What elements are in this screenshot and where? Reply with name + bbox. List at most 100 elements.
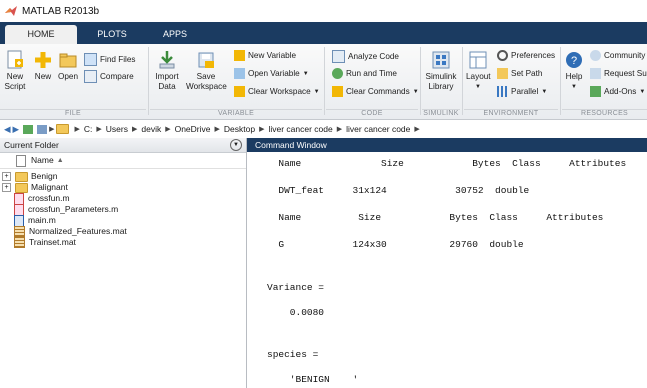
add-ons-icon <box>590 86 601 97</box>
preferences-button[interactable]: Preferences <box>497 50 555 61</box>
breadcrumb-separator: ▶ <box>336 126 343 133</box>
group-label-environment: ENVIRONMENT <box>464 109 558 120</box>
command-window-panel[interactable]: Command Window Name Size Bytes Class Att… <box>247 138 647 388</box>
command-output-line: DWT_feat 31x124 30752 double <box>267 185 530 196</box>
parallel-icon <box>497 86 508 97</box>
file-item-crossfun-parameters[interactable]: crossfun_Parameters.m <box>0 203 246 216</box>
command-output-line: G 124x30 29760 double <box>267 239 524 250</box>
breadcrumb-separator: ▶ <box>414 126 420 133</box>
mat-file-icon <box>14 226 25 237</box>
file-icon <box>16 154 26 167</box>
current-folder-panel: Current Folder ▼ Name ▲ + Benign + Malig… <box>0 138 247 388</box>
folder-icon <box>15 171 28 182</box>
file-item-crossfun[interactable]: crossfun.m <box>0 192 246 205</box>
help-button[interactable]: ? Help ▼ <box>563 50 585 92</box>
set-path-button[interactable]: Set Path <box>497 68 542 79</box>
current-folder-header: Current Folder ▼ <box>0 138 246 153</box>
group-label-code: CODE <box>326 109 418 120</box>
current-folder-address-bar: ◀ ▶ ▶ ▶ C: ▶ Users ▶ devik ▶ OneDrive ▶ … <box>0 120 647 139</box>
breadcrumb-item[interactable]: C: <box>84 124 93 134</box>
forward-arrow-icon[interactable]: ▶ <box>13 124 20 135</box>
ribbon-separator <box>560 47 561 115</box>
open-variable-button[interactable]: Open Variable ▼ <box>234 68 309 79</box>
name-column-header[interactable]: Name ▲ <box>0 153 246 169</box>
group-label-file: FILE <box>0 109 146 120</box>
breadcrumb-item[interactable]: Desktop <box>224 124 255 134</box>
import-data-icon <box>159 51 175 69</box>
breadcrumb-separator: ▶ <box>165 126 171 133</box>
window-title: MATLAB R2013b <box>22 5 100 17</box>
new-button[interactable]: New <box>33 50 53 82</box>
community-icon <box>590 50 601 61</box>
breadcrumb-separator: ▶ <box>214 126 220 133</box>
folder-icon <box>15 182 28 193</box>
compare-button[interactable]: Compare <box>84 70 134 83</box>
breadcrumb-separator: ▶ <box>259 126 265 133</box>
compare-icon <box>84 70 97 83</box>
dropdown-arrow-icon: ▼ <box>571 84 577 90</box>
find-files-button[interactable]: Find Files <box>84 53 136 66</box>
run-and-time-button[interactable]: Run and Time <box>332 68 397 79</box>
add-ons-button[interactable]: Add-Ons ▼ <box>590 86 645 97</box>
ribbon-separator <box>462 47 463 115</box>
breadcrumb-separator: ▶ <box>74 126 80 133</box>
save-workspace-icon <box>198 52 214 68</box>
open-button[interactable]: Open <box>57 50 79 82</box>
import-data-button[interactable]: Import Data <box>155 50 179 92</box>
analyze-code-button[interactable]: Analyze Code <box>332 50 399 63</box>
set-path-icon <box>497 68 508 79</box>
parallel-button[interactable]: Parallel ▼ <box>497 86 547 97</box>
clear-commands-icon <box>332 86 343 97</box>
breadcrumb-item[interactable]: liver cancer code <box>268 124 332 134</box>
folder-item-malignant[interactable]: + Malignant <box>0 182 246 193</box>
new-variable-icon <box>234 50 245 61</box>
new-script-button[interactable]: New Script <box>2 50 28 92</box>
expand-icon[interactable]: + <box>2 172 11 181</box>
breadcrumb-item[interactable]: liver cancer code <box>346 124 410 134</box>
command-output-line: Name Size Bytes Class Attributes <box>267 158 627 169</box>
file-item-normalized-features[interactable]: Normalized_Features.mat <box>0 226 246 237</box>
up-folder-icon[interactable] <box>23 124 34 134</box>
group-label-variable: VARIABLE <box>150 109 322 120</box>
breadcrumb-item[interactable]: devik <box>141 124 161 134</box>
file-item-trainset[interactable]: Trainset.mat <box>0 237 246 248</box>
group-label-resources: RESOURCES <box>562 109 647 120</box>
open-variable-icon <box>234 68 245 79</box>
panel-menu-icon[interactable]: ▼ <box>230 139 242 151</box>
community-button[interactable]: Community <box>590 50 645 61</box>
breadcrumb-separator: ▶ <box>49 126 55 133</box>
simulink-library-button[interactable]: Simulink Library <box>424 50 458 92</box>
tab-plots[interactable]: PLOTS <box>82 25 142 44</box>
file-item-main[interactable]: main.m <box>0 214 246 227</box>
ribbon-separator <box>324 47 325 115</box>
expand-icon[interactable]: + <box>2 183 11 192</box>
dropdown-arrow-icon: ▼ <box>475 84 481 90</box>
tab-apps[interactable]: APPS <box>145 25 205 44</box>
back-arrow-icon[interactable]: ◀ <box>4 124 11 135</box>
breadcrumb-item[interactable]: OneDrive <box>175 124 211 134</box>
clear-commands-button[interactable]: Clear Commands ▼ <box>332 86 419 97</box>
analyze-code-icon <box>332 50 345 63</box>
plus-icon <box>35 52 51 68</box>
command-output-line: Name Size Bytes Class Attributes <box>267 212 604 223</box>
breadcrumb-separator: ▶ <box>96 126 102 133</box>
ribbon-toolbar: New Script New Open Find Files Compare F… <box>0 44 647 120</box>
request-support-icon <box>590 68 601 79</box>
ribbon-separator <box>148 47 149 115</box>
new-variable-button[interactable]: New Variable <box>234 50 296 61</box>
tab-home[interactable]: HOME <box>5 25 77 44</box>
dropdown-arrow-icon: ▼ <box>412 88 419 95</box>
run-and-time-icon <box>332 68 343 79</box>
request-support-button[interactable]: Request Su <box>590 68 647 79</box>
command-output-line: 'BENIGN ' <box>267 374 359 385</box>
open-folder-icon <box>59 53 77 68</box>
simulink-library-icon <box>432 51 450 69</box>
breadcrumb-separator: ▶ <box>131 126 138 133</box>
browse-folder-icon[interactable] <box>37 124 48 134</box>
clear-workspace-button[interactable]: Clear Workspace ▼ <box>234 86 320 97</box>
breadcrumb-item[interactable]: Users <box>106 124 128 134</box>
save-workspace-button[interactable]: Save Workspace <box>186 50 227 92</box>
layout-button[interactable]: Layout ▼ <box>466 50 491 92</box>
m-file-icon <box>14 214 24 227</box>
folder-item-benign[interactable]: + Benign <box>0 171 246 182</box>
